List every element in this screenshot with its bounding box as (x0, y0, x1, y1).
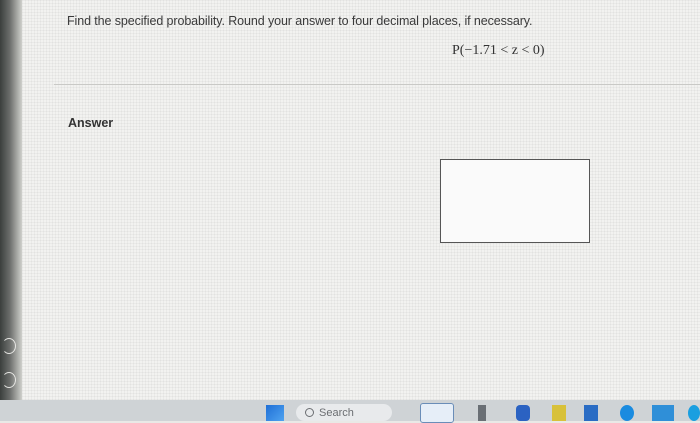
edge-glyph-icon (2, 338, 16, 354)
app-icon[interactable] (620, 405, 634, 421)
start-icon[interactable] (266, 405, 284, 421)
search-label: Search (319, 407, 354, 419)
app-icon[interactable] (584, 405, 598, 421)
answer-input[interactable] (440, 159, 590, 243)
app-icon[interactable] (652, 405, 674, 421)
app-icon[interactable] (552, 405, 566, 421)
taskbar-search[interactable]: Search (296, 404, 392, 421)
app-icon[interactable] (478, 405, 486, 421)
probability-expression: P(−1.71 < z < 0) (452, 43, 545, 58)
section-divider (54, 84, 700, 85)
app-icon[interactable] (688, 405, 700, 421)
question-panel: Find the specified probability. Round yo… (22, 0, 700, 400)
answer-label: Answer (68, 116, 114, 130)
widgets-icon[interactable] (420, 403, 454, 423)
app-icon[interactable] (516, 405, 530, 421)
monitor-edge (0, 0, 22, 421)
edge-glyph-icon (2, 372, 16, 388)
question-prompt: Find the specified probability. Round yo… (67, 14, 533, 28)
taskbar: Search (0, 400, 700, 423)
search-icon (305, 408, 314, 417)
